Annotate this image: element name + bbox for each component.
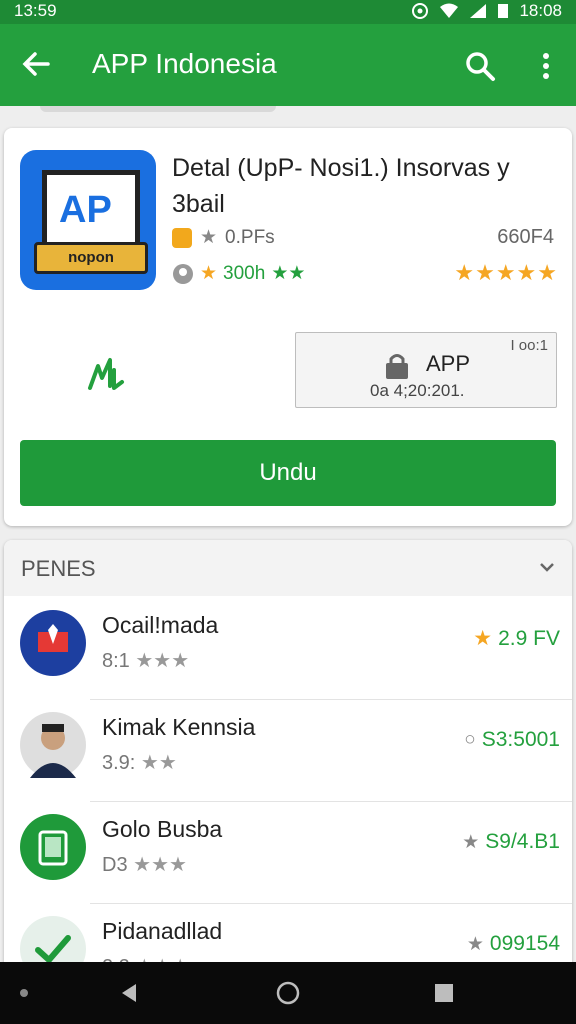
content-rating-icon <box>172 227 192 248</box>
back-arrow-icon[interactable] <box>18 46 54 82</box>
section-title: PENES <box>21 556 96 581</box>
status-bar: 13:59 18:08 <box>0 0 576 24</box>
item-name: Ocail!mada <box>102 612 219 638</box>
tab-indicator <box>40 106 276 112</box>
list-item[interactable]: Pidanadllad 2.2 ★★★ ★099154 <box>4 906 572 970</box>
status-clock: 18:08 <box>519 1 562 20</box>
app-rating-text: 0.PFs <box>225 226 275 248</box>
install-button[interactable]: Undu <box>20 440 556 506</box>
star-icon: ★ <box>462 831 480 853</box>
status-icons: 18:08 <box>411 1 562 21</box>
item-name: Pidanadllad <box>102 918 223 944</box>
app-downloads: 300h <box>223 262 266 284</box>
item-value: ○ S3:5001 <box>464 728 560 751</box>
battery-icon <box>498 4 509 18</box>
divider <box>90 903 572 904</box>
rating-stars: ★★★★★ <box>454 260 558 285</box>
app-rating-row: ★ 0.PFs <box>172 226 275 249</box>
star-icon: ★ <box>200 263 218 284</box>
signal-icon <box>470 4 487 18</box>
item-value: ★ 2.9 FV <box>473 626 560 651</box>
permission-box[interactable]: I oo:1 APP 0a 4;20:201. <box>295 332 557 408</box>
list-item[interactable]: Kimak Kennsia 3.9: ★★ ○ S3:5001 <box>4 702 572 802</box>
app-icon: AP nopon <box>20 150 156 290</box>
permission-label: APP <box>426 351 471 376</box>
app-downloads-row: ★ 300h ★★ <box>172 262 305 285</box>
user-group-icon <box>173 263 193 284</box>
flag-icon <box>38 624 68 652</box>
tablet-icon <box>38 830 68 866</box>
list-item[interactable]: Ocail!mada 8:1 ★★★ ★ 2.9 FV <box>4 600 572 700</box>
divider <box>90 801 572 802</box>
star-icon: ★ <box>466 933 484 955</box>
app-bar: APP Indonesia <box>0 24 576 106</box>
back-nav-icon[interactable] <box>118 982 140 1004</box>
circle-icon: ○ <box>464 729 476 750</box>
page-title: APP Indonesia <box>92 48 277 79</box>
avatar <box>20 712 86 778</box>
thumbs-up-icon[interactable] <box>86 356 126 392</box>
star-icon: ★ <box>200 227 218 248</box>
section-header[interactable]: PENES <box>4 540 572 596</box>
nav-dot-icon <box>20 989 28 997</box>
permission-corner-text: I oo:1 <box>510 337 548 354</box>
list-item[interactable]: Golo Busba D3 ★★★ ★ S9/4.B1 <box>4 804 572 904</box>
app-icon-ribbon: nopon <box>34 242 148 274</box>
app-title: Detal (UpP- Nosi1.) Insorvas y 3bail <box>172 154 510 218</box>
search-icon[interactable] <box>462 48 498 84</box>
star-icon: ★ <box>473 627 493 650</box>
app-size: 660F4 <box>497 226 554 248</box>
green-stars: ★★ <box>271 263 306 284</box>
status-time: 13:59 <box>14 1 57 20</box>
system-nav-bar <box>0 962 576 1024</box>
wifi-icon <box>440 3 459 18</box>
permission-sub: 0a 4;20:201. <box>370 381 465 400</box>
item-name: Golo Busba <box>102 816 223 842</box>
related-apps-list: PENES Ocail!mada 8:1 ★★★ ★ 2.9 FV Kimak K… <box>4 540 572 970</box>
item-value: ★ S9/4.B1 <box>462 830 560 853</box>
avatar <box>20 814 86 880</box>
chevron-down-icon[interactable] <box>536 556 558 578</box>
home-nav-icon[interactable] <box>276 981 300 1005</box>
recents-nav-icon[interactable] <box>434 983 454 1003</box>
item-name: Kimak Kennsia <box>102 714 256 740</box>
item-value: ★ 099154 <box>466 932 560 955</box>
lock-icon <box>386 354 408 379</box>
item-sub: 8:1 ★★★ <box>102 650 190 672</box>
divider <box>90 699 572 700</box>
person-icon <box>30 724 76 778</box>
avatar <box>20 610 86 676</box>
more-vert-icon[interactable] <box>528 48 564 84</box>
item-sub: 3.9: ★★ <box>102 752 177 774</box>
app-icon-letters: AP <box>59 189 112 231</box>
app-detail-card: AP nopon Detal (UpP- Nosi1.) Insorvas y … <box>4 128 572 526</box>
item-sub: D3 ★★★ <box>102 854 187 876</box>
location-icon <box>412 3 429 19</box>
